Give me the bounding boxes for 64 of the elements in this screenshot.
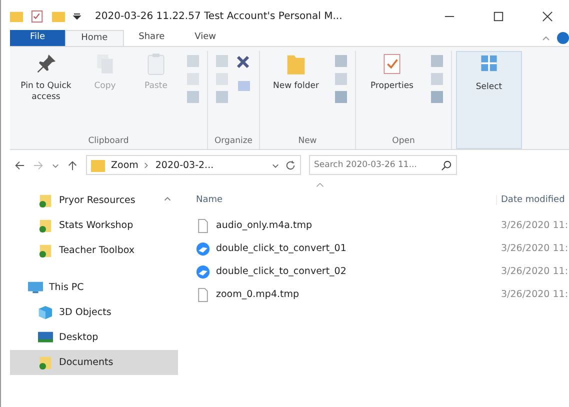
refresh-icon[interactable] [285,160,296,170]
window-title: 2020-03-26 11.22.57 Test Account's Personal M... [95,10,344,22]
file-icon [196,288,210,302]
address-bar[interactable]: Zoom 2020-03-2... [86,155,301,175]
search-icon[interactable] [441,160,452,170]
nav-item[interactable]: 3D Objects [10,300,178,325]
date-cell: 3/26/2020 11: [501,289,568,300]
nav-item[interactable]: Stats Workshop [10,213,178,238]
file-name[interactable]: double_click_to_convert_01 [216,243,501,254]
nav-item-label: Teacher Toolbox [59,245,134,256]
date-cell: 3/26/2020 11: [501,243,568,254]
nav-item-label: Desktop [59,332,98,343]
nav-item[interactable]: Pryor Resources [10,188,178,213]
video-file-icon [196,242,210,256]
scroll-up-icon[interactable] [163,194,172,203]
dropdown-icon[interactable] [73,12,81,20]
nav-item-label: Pryor Resources [59,195,136,206]
column-header[interactable]: Date modified [496,195,565,205]
desktop-icon [38,330,53,345]
file-name[interactable]: audio_only.m4a.tmp [216,220,501,231]
folder-icon [38,218,53,233]
column-header[interactable]: Name [196,195,496,205]
group-label: Clipboard [87,136,130,148]
ribbon-button[interactable]: New folder [264,51,328,92]
nav-item-label: Documents [59,357,114,368]
chevron-icon[interactable] [144,162,150,168]
nav-item[interactable]: Desktop [10,325,178,350]
cube-icon [38,305,53,320]
folder-icon [38,243,53,258]
ribbon-button[interactable]: Properties [360,51,424,92]
ribbon-tab[interactable]: Share [124,30,180,46]
nav-item[interactable]: This PC [10,275,178,300]
up-arrow-icon[interactable] [67,160,78,170]
folder-icon [38,355,53,370]
group-label: Open [391,136,416,148]
back-arrow-icon[interactable] [14,160,25,170]
group-label: New [297,136,318,148]
nav-item-label: Stats Workshop [59,220,134,231]
monitor-icon [28,280,43,295]
folder-icon [38,193,53,208]
ribbon-button[interactable]: Pin to Quick access [14,51,78,103]
ribbon-button[interactable]: Select [456,51,522,149]
nav-item-label: 3D Objects [59,307,112,318]
file-name[interactable]: double_click_to_convert_02 [216,266,501,277]
path-segment[interactable]: Zoom [111,160,138,170]
folder-icon [91,158,105,172]
ribbon-tab[interactable]: View [180,30,231,46]
close-icon[interactable] [542,10,553,22]
nav-item[interactable]: Teacher Toolbox [10,238,178,263]
search-field[interactable]: Search 2020-03-26 11... [309,155,457,175]
maximize-icon[interactable] [493,10,504,22]
group-label: Organize [213,136,254,148]
nav-item-label: This PC [49,282,84,293]
path-segment[interactable]: 2020-03-2... [155,160,214,170]
nav-item[interactable]: Documents [10,350,178,375]
date-cell: 3/26/2020 11: [501,266,568,277]
ribbon-tab[interactable]: File [10,30,66,46]
video-file-icon [196,264,210,278]
checklist-icon[interactable] [31,10,44,22]
date-cell: 3/26/2020 11: [501,220,568,231]
file-icon [196,218,210,232]
file-name[interactable]: zoom_0.mp4.tmp [216,289,501,300]
ribbon-tab[interactable]: Home [65,30,124,46]
dropdown-icon[interactable] [272,162,279,168]
